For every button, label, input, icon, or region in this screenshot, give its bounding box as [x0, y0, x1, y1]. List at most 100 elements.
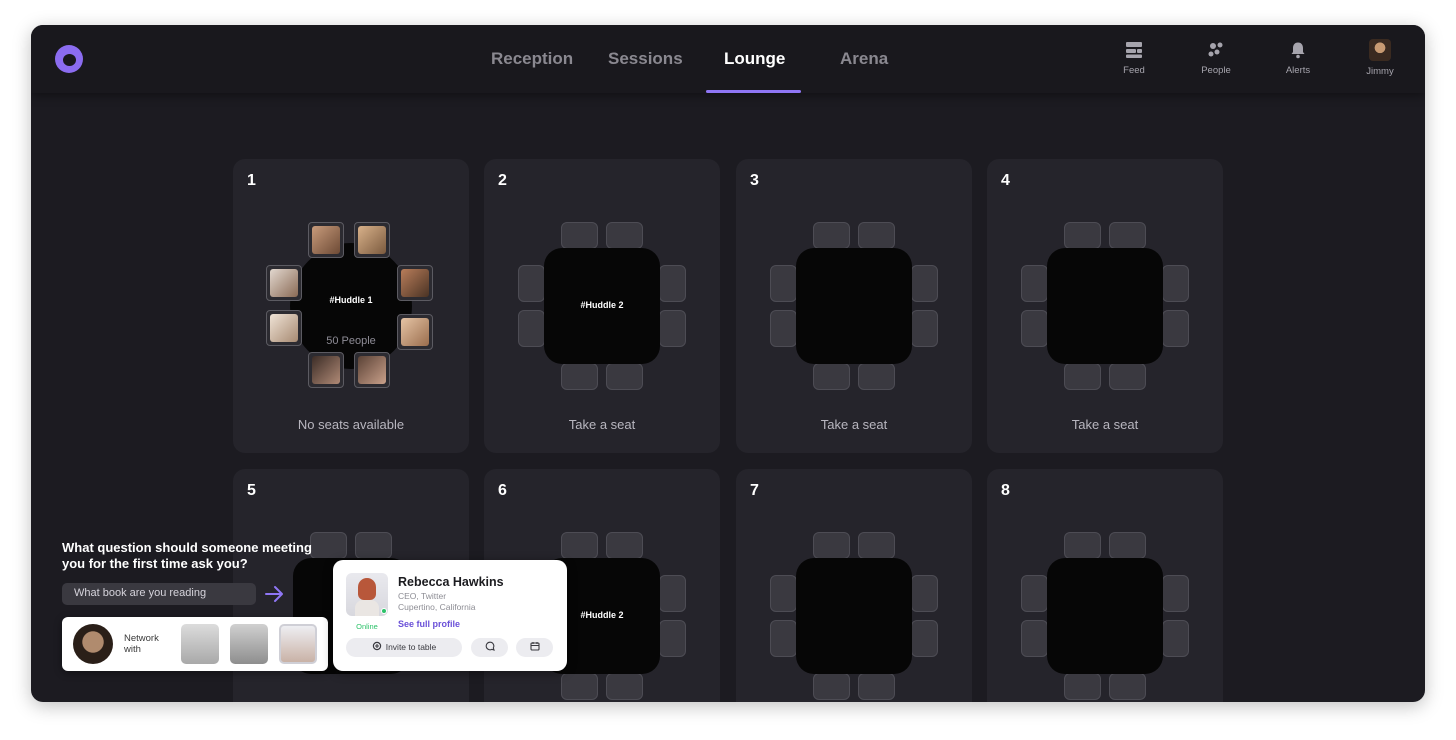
empty-chair[interactable] [355, 532, 392, 559]
suggested-person[interactable] [181, 624, 219, 664]
empty-chair[interactable] [858, 532, 895, 559]
bell-icon [1291, 42, 1305, 59]
take-seat-link[interactable]: Take a seat [736, 417, 972, 432]
empty-chair[interactable] [770, 265, 797, 302]
empty-chair[interactable] [1021, 310, 1048, 347]
tab-reception[interactable]: Reception [491, 49, 573, 69]
empty-chair[interactable] [1021, 265, 1048, 302]
suggested-person-selected[interactable] [279, 624, 317, 664]
table-number: 7 [750, 482, 759, 499]
empty-chair[interactable] [813, 532, 850, 559]
empty-chair[interactable] [1021, 575, 1048, 612]
square-table [1020, 221, 1190, 391]
message-button[interactable] [471, 638, 508, 657]
seated-avatar[interactable] [397, 265, 433, 301]
seated-avatar[interactable] [354, 352, 390, 388]
empty-chair[interactable] [770, 310, 797, 347]
empty-chair[interactable] [1109, 222, 1146, 249]
empty-chair[interactable] [1162, 265, 1189, 302]
empty-chair[interactable] [858, 673, 895, 700]
empty-chair[interactable] [561, 673, 598, 700]
people-label: People [1201, 65, 1231, 76]
people-button[interactable]: People [1186, 41, 1246, 76]
table-number: 8 [1001, 482, 1010, 499]
empty-chair[interactable] [813, 222, 850, 249]
top-navigation-bar: Reception Sessions Lounge Arena Feed Peo… [31, 25, 1425, 93]
people-count: 50 People [326, 335, 376, 347]
table-card-4[interactable]: 4 Take a seat [987, 159, 1223, 453]
feed-label: Feed [1123, 65, 1145, 76]
schedule-button[interactable] [516, 638, 553, 657]
empty-chair[interactable] [1109, 363, 1146, 390]
empty-chair[interactable] [659, 265, 686, 302]
empty-chair[interactable] [813, 673, 850, 700]
seated-avatar[interactable] [308, 222, 344, 258]
seated-avatar[interactable] [397, 314, 433, 350]
profile-title: CEO, Twitter [398, 591, 447, 601]
table-top: #Huddle 2 [544, 248, 660, 364]
empty-chair[interactable] [770, 620, 797, 657]
seated-avatar[interactable] [308, 352, 344, 388]
empty-chair[interactable] [1162, 310, 1189, 347]
empty-chair[interactable] [606, 673, 643, 700]
seat-status: No seats available [297, 417, 405, 432]
seated-avatar[interactable] [266, 310, 302, 346]
suggested-person[interactable] [230, 624, 268, 664]
empty-chair[interactable] [911, 265, 938, 302]
tab-arena[interactable]: Arena [840, 49, 888, 69]
empty-chair[interactable] [518, 310, 545, 347]
table-card-2[interactable]: 2 #Huddle 2 Take a seat [484, 159, 720, 453]
empty-chair[interactable] [606, 532, 643, 559]
empty-chair[interactable] [1064, 673, 1101, 700]
empty-chair[interactable] [1021, 620, 1048, 657]
invite-to-table-button[interactable]: Invite to table [346, 638, 462, 657]
empty-chair[interactable] [1109, 673, 1146, 700]
table-card-1[interactable]: 1 #Huddle 1 50 People No seats available [233, 159, 469, 453]
table-number: 3 [750, 172, 759, 189]
seated-avatar[interactable] [266, 265, 302, 301]
app-logo[interactable] [55, 45, 83, 73]
empty-chair[interactable] [911, 310, 938, 347]
empty-chair[interactable] [911, 575, 938, 612]
online-status-dot [381, 608, 387, 614]
empty-chair[interactable] [1109, 532, 1146, 559]
arrow-right-icon[interactable] [264, 584, 286, 604]
empty-chair[interactable] [606, 222, 643, 249]
empty-chair[interactable] [1162, 620, 1189, 657]
empty-chair[interactable] [659, 620, 686, 657]
empty-chair[interactable] [911, 620, 938, 657]
alerts-button[interactable]: Alerts [1268, 41, 1328, 76]
empty-chair[interactable] [1064, 363, 1101, 390]
seated-avatar[interactable] [354, 222, 390, 258]
profile-button[interactable]: Jimmy [1350, 39, 1410, 77]
calendar-icon [529, 642, 540, 651]
empty-chair[interactable] [1064, 222, 1101, 249]
empty-chair[interactable] [858, 363, 895, 390]
feed-button[interactable]: Feed [1104, 41, 1164, 76]
empty-chair[interactable] [606, 363, 643, 390]
take-seat-link[interactable]: Take a seat [484, 417, 720, 432]
table-card-7[interactable]: 7 [736, 469, 972, 702]
online-status-label: Online [356, 622, 378, 631]
empty-chair[interactable] [659, 575, 686, 612]
take-seat-link[interactable]: Take a seat [987, 417, 1223, 432]
empty-chair[interactable] [770, 575, 797, 612]
tab-lounge[interactable]: Lounge [724, 49, 785, 69]
empty-chair[interactable] [561, 222, 598, 249]
table-top: #Huddle 1 50 People [290, 243, 412, 369]
profile-popover: Online Rebecca Hawkins CEO, Twitter Cupe… [333, 560, 567, 671]
empty-chair[interactable] [1162, 575, 1189, 612]
empty-chair[interactable] [561, 363, 598, 390]
empty-chair[interactable] [1064, 532, 1101, 559]
empty-chair[interactable] [813, 363, 850, 390]
empty-chair[interactable] [561, 532, 598, 559]
tab-sessions[interactable]: Sessions [608, 49, 683, 69]
see-profile-link[interactable]: See full profile [398, 619, 460, 629]
table-card-8[interactable]: 8 [987, 469, 1223, 702]
empty-chair[interactable] [659, 310, 686, 347]
people-icon [1208, 42, 1223, 57]
icebreaker-answer-field[interactable]: What book are you reading [62, 583, 256, 605]
empty-chair[interactable] [858, 222, 895, 249]
empty-chair[interactable] [518, 265, 545, 302]
table-card-3[interactable]: 3 Take a seat [736, 159, 972, 453]
